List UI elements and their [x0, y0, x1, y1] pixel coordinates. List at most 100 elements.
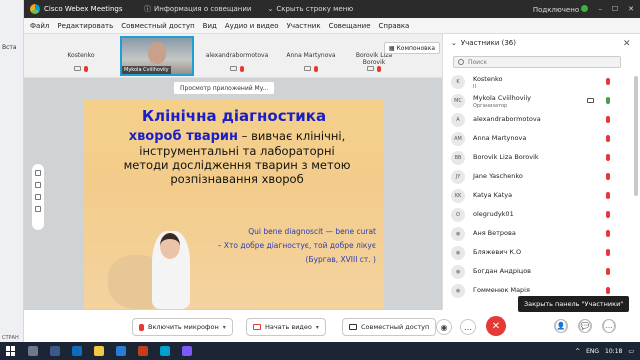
mic-muted-icon: [606, 173, 610, 180]
participant-row[interactable]: AM Anna Martynova: [451, 131, 631, 149]
search-icon: [458, 59, 464, 65]
start-button[interactable]: [6, 346, 16, 356]
notifications-icon[interactable]: ▭: [628, 348, 634, 355]
chevron-down-icon: ⌄: [267, 5, 274, 13]
participants-panel-button[interactable]: 👤: [554, 319, 568, 333]
webex-icon[interactable]: [160, 346, 170, 356]
participant-search-input[interactable]: Поиск: [453, 56, 621, 68]
chevron-down-icon: ▾: [315, 323, 319, 331]
tile-name: alexandrabormotova: [205, 52, 269, 59]
annotation-toolbar: [32, 164, 44, 230]
hide-menu-bar-label: Скрыть строку меню: [276, 5, 354, 13]
tray-chevron-icon[interactable]: ^: [575, 348, 580, 355]
camera-off-icon: [74, 66, 81, 71]
participant-row[interactable]: Oolegrudyk01: [451, 207, 631, 225]
zoom-out-icon[interactable]: [35, 206, 41, 212]
office-side-strip: Вста: [0, 0, 24, 360]
mic-muted-icon: [606, 287, 610, 294]
close-panel-button[interactable]: ✕: [623, 39, 631, 49]
share-button[interactable]: Совместный доступ: [342, 318, 437, 336]
slide-line-3: методи дослідження тварин з метою: [123, 158, 351, 172]
viber-icon[interactable]: [182, 346, 192, 356]
paste-label[interactable]: Вста: [2, 44, 17, 51]
participant-name: Katya Katya: [473, 191, 513, 199]
menu-item[interactable]: Справка: [379, 22, 410, 30]
menu-item[interactable]: Вид: [203, 22, 217, 30]
word-icon[interactable]: [116, 346, 126, 356]
folder-icon[interactable]: [94, 346, 104, 356]
tile-name: Borovik Liza Borovik: [355, 52, 393, 66]
slide-line-4: розпізнавання хвороб: [170, 172, 304, 186]
tile-name: Kostenko: [67, 52, 95, 59]
language-indicator[interactable]: ENG: [586, 348, 599, 355]
video-tile[interactable]: Anna Martynova: [278, 38, 344, 74]
hide-menu-bar-button[interactable]: ⌄ Скрыть строку меню: [267, 5, 353, 13]
camera-icon: [587, 98, 594, 103]
participant-row[interactable]: BB Borovik Liza Borovik: [451, 150, 631, 168]
sharing-source-label[interactable]: Просмотр приложений My...: [174, 82, 275, 94]
video-tile[interactable]: alexandrabormotova: [196, 38, 278, 74]
participant-name: olegrudyk01: [473, 210, 514, 218]
minimize-button[interactable]: –: [598, 5, 602, 13]
avatar: ●: [451, 284, 465, 298]
maximize-button[interactable]: ☐: [612, 5, 618, 13]
camera-off-icon: [304, 66, 311, 71]
start-video-label: Начать видео: [265, 323, 312, 331]
more-panels-button[interactable]: …: [602, 319, 616, 333]
more-options-button[interactable]: …: [460, 319, 476, 335]
menu-item[interactable]: Файл: [30, 22, 49, 30]
menu-item[interactable]: Совещание: [329, 22, 371, 30]
task-view-icon[interactable]: [50, 346, 60, 356]
close-window-button[interactable]: ✕: [628, 5, 634, 13]
annotate-icon[interactable]: [35, 170, 41, 176]
unmute-button[interactable]: Включить микрофон ▾: [132, 318, 233, 336]
mic-muted-icon: [606, 192, 610, 199]
close-icon: ✕: [491, 320, 501, 332]
vet-face-shape: [160, 233, 180, 259]
chat-panel-button[interactable]: 💬: [578, 319, 592, 333]
vet-and-dog-photo: [102, 229, 194, 309]
video-tile[interactable]: Kostenko: [50, 38, 112, 74]
edge-icon[interactable]: [72, 346, 82, 356]
participant-row[interactable]: ● Бляжевич К.О: [451, 245, 631, 263]
participant-row[interactable]: K Kostenko II: [451, 74, 631, 92]
panel-scrollbar[interactable]: [634, 76, 638, 196]
unmute-label: Включить микрофон: [148, 323, 219, 331]
start-video-button[interactable]: Начать видео ▾: [246, 318, 326, 336]
layout-label: Компоновка: [396, 44, 435, 52]
participant-name: Гомменюк Марія: [473, 286, 530, 294]
clock[interactable]: 10:18: [605, 348, 622, 355]
participant-row[interactable]: Aalexandrabormotova: [451, 112, 631, 130]
participant-row[interactable]: ● Богдан Андріцов: [451, 264, 631, 282]
menu-bar: Файл Редактировать Совместный доступ Вид Ауд…: [24, 18, 640, 34]
mic-muted-icon: [314, 66, 318, 72]
participant-row[interactable]: KK Katya Katya: [451, 188, 631, 206]
office-status-text: СТРАН: [2, 335, 19, 341]
record-button[interactable]: ◉: [436, 319, 452, 335]
menu-item[interactable]: Аудио и видео: [225, 22, 279, 30]
participant-row[interactable]: MC Mykola Cviilhoviiy Организатор: [451, 93, 631, 111]
zoom-in-icon[interactable]: [35, 194, 41, 200]
slide-title: Клінічна діагностика: [141, 107, 327, 125]
app-title: Cisco Webex Meetings: [24, 4, 144, 14]
avatar: ●: [451, 227, 465, 241]
meeting-controls: Включить микрофон ▾ Начать видео ▾ Совме…: [24, 310, 640, 342]
search-icon[interactable]: [28, 346, 38, 356]
menu-item[interactable]: Совместный доступ: [121, 22, 194, 30]
powerpoint-icon[interactable]: [138, 346, 148, 356]
avatar: K: [451, 75, 465, 89]
layout-button[interactable]: ▦ Компоновка: [383, 42, 440, 54]
menu-item[interactable]: Редактировать: [57, 22, 113, 30]
menu-item[interactable]: Участник: [287, 22, 321, 30]
chevron-down-icon[interactable]: ⌄: [451, 39, 457, 47]
pointer-icon[interactable]: [35, 182, 41, 188]
info-icon: ⓘ: [144, 5, 151, 13]
meeting-info-button[interactable]: ⓘ Информация о совещании: [144, 4, 251, 14]
active-speaker-tile[interactable]: Mykola Cviilhoviiy: [120, 36, 194, 76]
leave-meeting-button[interactable]: ✕: [486, 316, 506, 336]
participant-row[interactable]: ● Аня Ветрова: [451, 226, 631, 244]
camera-off-icon: [230, 66, 237, 71]
slide-line-1: – вивчає клінічні,: [238, 129, 346, 143]
participant-name: Mykola Cviilhoviiy: [473, 94, 532, 102]
participant-row[interactable]: JY Jane Yaschenko: [451, 169, 631, 187]
